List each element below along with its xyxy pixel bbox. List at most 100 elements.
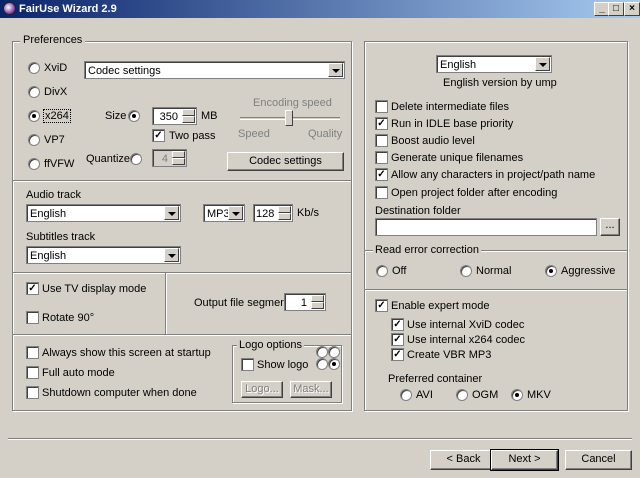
quantizer-spinner[interactable] bbox=[172, 151, 185, 165]
option-label-open-folder: Open project folder after encoding bbox=[391, 187, 558, 199]
separator bbox=[13, 272, 351, 274]
two-pass-checkbox[interactable]: ✓ bbox=[152, 129, 165, 142]
segments-input[interactable]: 1 bbox=[284, 293, 326, 311]
chevron-down-icon[interactable] bbox=[164, 206, 179, 220]
browse-button[interactable]: ... bbox=[600, 218, 620, 236]
window-title: FairUse Wizard 2.9 bbox=[19, 3, 117, 15]
close-button[interactable]: × bbox=[624, 2, 640, 16]
audio-bitrate-unit: Kb/s bbox=[297, 207, 320, 219]
codec-label-x264: x264 bbox=[43, 109, 71, 123]
container-label-avi: AVI bbox=[416, 389, 433, 401]
app-icon bbox=[3, 2, 16, 15]
next-button[interactable]: Next > bbox=[490, 449, 559, 471]
chevron-down-icon[interactable] bbox=[328, 63, 343, 77]
separator bbox=[13, 334, 351, 336]
codec-label-ffvfw: ffVFW bbox=[44, 158, 75, 170]
chevron-down-icon[interactable] bbox=[535, 57, 550, 71]
destination-folder-input[interactable] bbox=[375, 218, 597, 236]
audio-track-value: English bbox=[30, 208, 67, 220]
option-checkbox-idle-priority[interactable]: ✓ bbox=[375, 117, 388, 130]
quantizer-radio[interactable] bbox=[130, 153, 142, 168]
segments-spinner[interactable] bbox=[311, 295, 324, 309]
option-checkbox-boost-audio[interactable] bbox=[375, 134, 388, 147]
internal-xvid-checkbox[interactable]: ✓ bbox=[391, 318, 404, 331]
logo-button[interactable]: Logo... bbox=[241, 381, 283, 398]
title-bar[interactable]: FairUse Wizard 2.9 _ □ × bbox=[0, 0, 640, 18]
read-error-radio-off[interactable] bbox=[376, 265, 388, 280]
codec-radio-ffvfw[interactable] bbox=[28, 158, 40, 173]
codec-radio-vp7[interactable] bbox=[28, 134, 40, 149]
radio-circle[interactable] bbox=[28, 62, 40, 74]
size-radio[interactable] bbox=[128, 110, 140, 125]
read-error-radio-aggressive[interactable] bbox=[545, 265, 557, 280]
audio-track-label: Audio track bbox=[26, 189, 82, 201]
speed-label: Speed bbox=[238, 128, 270, 140]
preferred-container-label: Preferred container bbox=[388, 373, 483, 385]
codec-label-vp7: VP7 bbox=[44, 134, 65, 146]
full-auto-checkbox[interactable] bbox=[26, 366, 39, 379]
container-radio-ogm[interactable] bbox=[456, 389, 468, 404]
show-logo-checkbox[interactable] bbox=[241, 358, 254, 371]
expert-mode-label: Enable expert mode bbox=[391, 300, 490, 312]
read-error-label-normal: Normal bbox=[476, 265, 512, 277]
size-spinner[interactable] bbox=[182, 109, 195, 123]
codec-radio-xvid[interactable] bbox=[28, 62, 40, 77]
option-checkbox-any-characters[interactable]: ✓ bbox=[375, 168, 388, 181]
vertical-separator bbox=[165, 273, 167, 335]
always-show-label: Always show this screen at startup bbox=[42, 347, 211, 359]
option-checkbox-open-folder[interactable] bbox=[375, 186, 388, 199]
audio-bitrate-input[interactable]: 128 bbox=[253, 204, 293, 222]
tv-mode-checkbox[interactable]: ✓ bbox=[26, 282, 39, 295]
rotate-checkbox[interactable] bbox=[26, 311, 39, 324]
radio-circle[interactable] bbox=[130, 153, 142, 165]
vbr-mp3-label: Create VBR MP3 bbox=[407, 349, 492, 361]
option-checkbox-unique-filenames[interactable] bbox=[375, 151, 388, 164]
language-combo[interactable]: English bbox=[436, 55, 552, 73]
encoding-speed-thumb[interactable] bbox=[285, 110, 293, 126]
container-radio-mkv[interactable] bbox=[511, 389, 523, 404]
read-error-radio-normal[interactable] bbox=[460, 265, 472, 280]
codec-radio-divx[interactable] bbox=[28, 86, 40, 101]
internal-x264-checkbox[interactable]: ✓ bbox=[391, 333, 404, 346]
radio-circle[interactable] bbox=[28, 110, 40, 122]
vbr-mp3-checkbox[interactable]: ✓ bbox=[391, 348, 404, 361]
quantizer-input[interactable]: 4 bbox=[152, 149, 187, 167]
preferences-legend: Preferences bbox=[20, 34, 86, 46]
codec-settings-button[interactable]: Codec settings bbox=[227, 152, 344, 171]
codec-radio-x264[interactable] bbox=[28, 110, 40, 125]
chevron-down-icon[interactable] bbox=[228, 206, 243, 220]
audio-track-combo[interactable]: English bbox=[26, 204, 181, 222]
chevron-down-icon[interactable] bbox=[164, 248, 179, 262]
logo-position-bottom-right-radio[interactable] bbox=[328, 358, 340, 373]
radio-circle[interactable] bbox=[28, 158, 40, 170]
size-input[interactable]: 350 bbox=[152, 107, 197, 125]
option-checkbox-delete-intermediate[interactable] bbox=[375, 100, 388, 113]
container-label-mkv: MKV bbox=[527, 389, 551, 401]
codec-settings-combo-value: Codec settings bbox=[88, 65, 161, 77]
option-label-unique-filenames: Generate unique filenames bbox=[391, 152, 524, 164]
logo-position-bottom-left-radio[interactable] bbox=[316, 358, 328, 373]
radio-circle[interactable] bbox=[28, 134, 40, 146]
separator bbox=[8, 438, 632, 440]
segments-label: Output file segments bbox=[194, 297, 295, 309]
read-error-label-aggressive: Aggressive bbox=[561, 265, 616, 277]
quality-label: Quality bbox=[308, 128, 343, 140]
always-show-checkbox[interactable] bbox=[26, 346, 39, 359]
container-radio-avi[interactable] bbox=[400, 389, 412, 404]
audio-bitrate-spinner[interactable] bbox=[278, 206, 291, 220]
back-button[interactable]: < Back bbox=[430, 450, 497, 470]
show-logo-label: Show logo bbox=[257, 359, 309, 371]
codec-settings-combo[interactable]: Codec settings bbox=[84, 61, 345, 79]
subtitles-track-combo[interactable]: English bbox=[26, 246, 181, 264]
audio-codec-value: MP3 bbox=[207, 208, 230, 220]
cancel-button[interactable]: Cancel bbox=[565, 450, 632, 470]
option-label-any-characters: Allow any characters in project/path nam… bbox=[391, 169, 596, 181]
radio-circle[interactable] bbox=[28, 86, 40, 98]
option-label-boost-audio: Boost audio level bbox=[391, 135, 475, 147]
radio-circle[interactable] bbox=[128, 110, 140, 122]
expert-mode-checkbox[interactable]: ✓ bbox=[375, 299, 388, 312]
maximize-button[interactable]: □ bbox=[608, 2, 624, 16]
mask-button[interactable]: Mask... bbox=[290, 381, 332, 398]
shutdown-checkbox[interactable] bbox=[26, 386, 39, 399]
audio-codec-combo[interactable]: MP3 bbox=[203, 204, 245, 222]
